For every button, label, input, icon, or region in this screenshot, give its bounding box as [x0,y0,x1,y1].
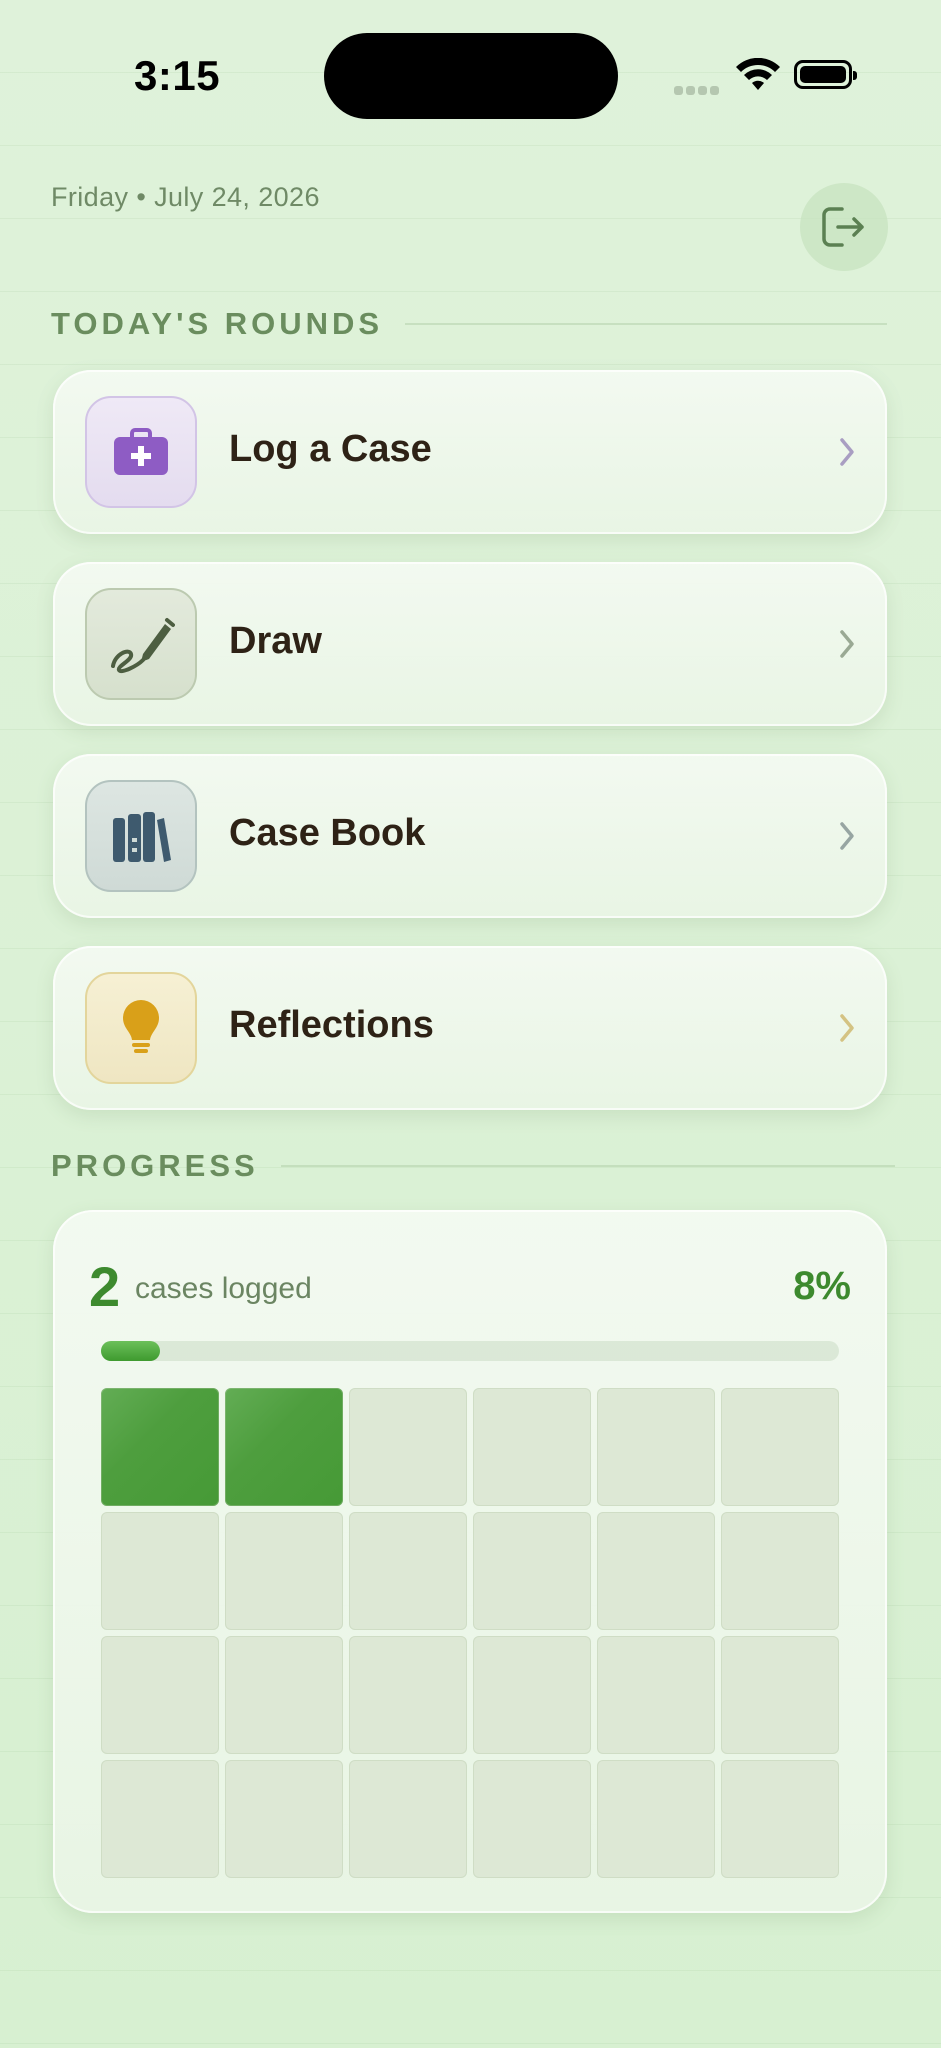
grid-cell-empty [597,1636,715,1754]
chevron-right-icon [840,1014,854,1042]
progress-bar [101,1341,839,1361]
grid-cell-empty [349,1760,467,1878]
grid-cell-empty [349,1636,467,1754]
draw-card[interactable]: Draw [53,562,887,726]
grid-cell-empty [225,1512,343,1630]
log-case-label: Log a Case [229,428,432,470]
grid-cell-empty [225,1760,343,1878]
grid-cell-empty [473,1512,591,1630]
section-divider [405,323,888,325]
progress-section-title: PROGRESS [51,1148,259,1183]
case-grid [101,1388,841,1878]
battery-icon [794,60,857,89]
grid-cell-empty [225,1636,343,1754]
grid-cell-empty [721,1760,839,1878]
lightbulb-icon [123,1000,159,1053]
grid-cell-empty [597,1512,715,1630]
grid-cell-filled [225,1388,343,1506]
chevron-right-icon [840,630,854,658]
grid-cell-empty [597,1760,715,1878]
progress-card: 2 cases logged 8% [53,1210,887,1913]
cellular-signal-icon [674,82,722,95]
logout-button[interactable] [800,183,888,271]
chevron-right-icon [840,822,854,850]
draw-label: Draw [229,620,322,662]
grid-cell-empty [473,1760,591,1878]
reflections-label: Reflections [229,1004,434,1046]
grid-cell-empty [721,1388,839,1506]
rounds-section-header: TODAY'S ROUNDS [51,306,888,342]
status-bar: 3:15 [0,0,941,140]
case-book-icon-box [85,780,197,892]
grid-cell-empty [101,1636,219,1754]
cases-count: 2 [89,1255,121,1318]
section-divider [280,1165,895,1167]
rounds-section-title: TODAY'S ROUNDS [51,306,384,341]
books-icon [113,812,171,862]
grid-cell-empty [349,1388,467,1506]
status-time: 3:15 [134,52,221,99]
progress-bar-fill [101,1341,161,1361]
case-book-card[interactable]: Case Book [53,754,887,918]
logout-icon [822,207,864,247]
grid-cell-empty [721,1636,839,1754]
grid-cell-empty [473,1388,591,1506]
log-case-card[interactable]: Log a Case [53,370,887,534]
grid-cell-empty [349,1512,467,1630]
grid-cell-empty [597,1388,715,1506]
grid-cell-empty [101,1760,219,1878]
pencil-scribble-icon [111,618,175,673]
case-book-label: Case Book [229,812,426,854]
cases-count-label: cases logged [135,1272,312,1305]
log-case-icon-box [85,396,197,508]
grid-cell-empty [473,1636,591,1754]
dynamic-island [324,33,618,119]
progress-percent: 8% [793,1264,851,1308]
grid-cell-empty [721,1512,839,1630]
reflections-icon-box [85,972,197,1084]
grid-cell-filled [101,1388,219,1506]
draw-icon-box [85,588,197,700]
grid-cell-empty [101,1512,219,1630]
wifi-icon [736,58,780,90]
medical-kit-icon [114,428,168,475]
reflections-card[interactable]: Reflections [53,946,887,1110]
date-label: Friday • July 24, 2026 [51,182,320,212]
chevron-right-icon [840,438,854,466]
progress-section-header: PROGRESS [51,1148,895,1184]
